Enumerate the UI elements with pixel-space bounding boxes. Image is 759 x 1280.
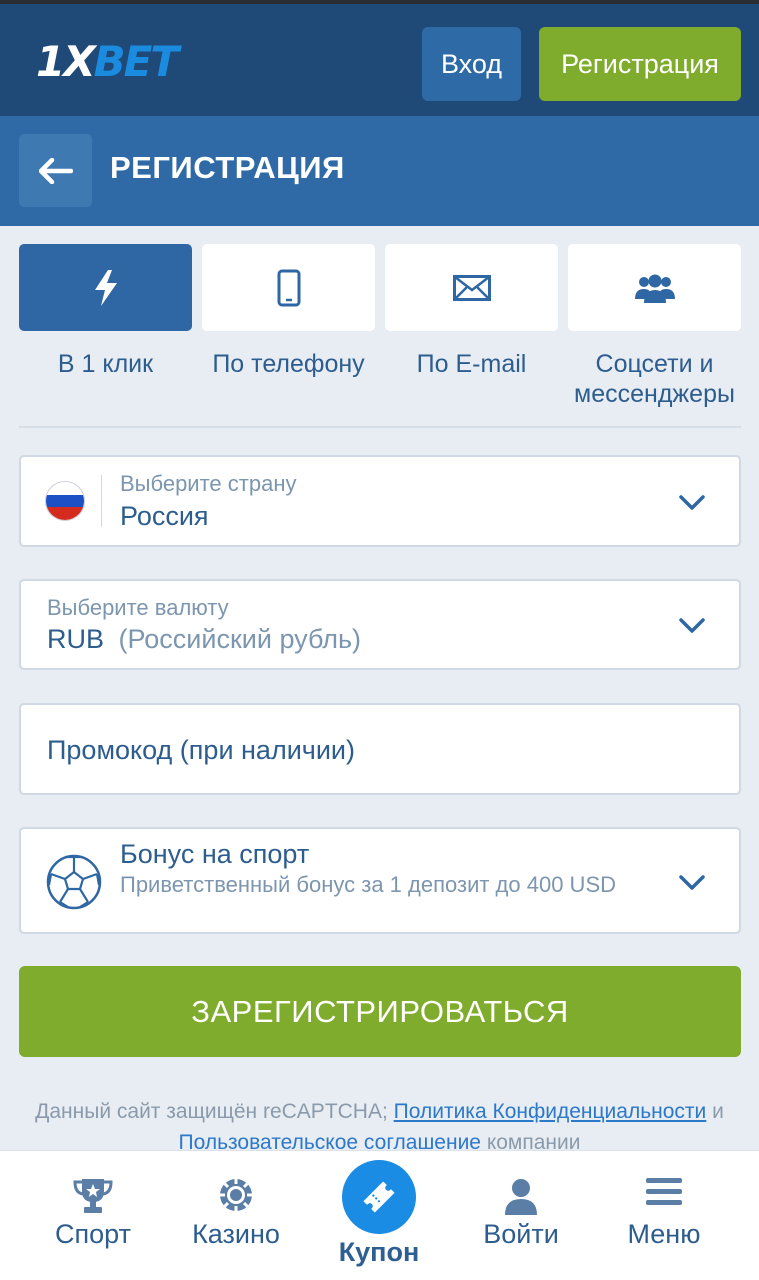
user-icon xyxy=(505,1179,537,1215)
trophy-icon xyxy=(73,1179,113,1213)
tab-phone[interactable]: По телефону xyxy=(202,244,375,379)
tab-label: В 1 клик xyxy=(57,350,154,378)
arrow-left-icon xyxy=(38,157,73,184)
soccer-ball-icon xyxy=(46,854,102,910)
country-label: Выберите страну xyxy=(120,471,297,496)
russia-flag-icon xyxy=(45,481,85,521)
page-title: РЕГИСТРАЦИЯ xyxy=(110,150,345,185)
nav-label: Спорт xyxy=(55,1219,131,1249)
envelope-icon xyxy=(452,274,491,301)
bonus-title: Бонус на спорт xyxy=(120,839,310,869)
currency-label: Выберите валюту xyxy=(47,595,229,620)
tab-one-click[interactable]: В 1 клик xyxy=(19,244,192,379)
promo-placeholder: Промокод (при наличии) xyxy=(47,735,356,765)
divider xyxy=(19,426,741,428)
nav-menu[interactable]: Меню xyxy=(589,1151,739,1280)
nav-sport[interactable]: Спорт xyxy=(18,1151,168,1280)
nav-label: Купон xyxy=(338,1237,420,1267)
nav-casino[interactable]: Казино xyxy=(161,1151,311,1280)
currency-select[interactable]: Выберите валюту RUB (Российский рубль) xyxy=(19,579,741,670)
currency-code: RUB xyxy=(47,624,105,654)
people-icon xyxy=(634,274,675,303)
country-value: Россия xyxy=(120,501,209,531)
recaptcha-notice: Данный сайт защищён reCAPTCHA; Политика … xyxy=(35,1100,724,1154)
chevron-down-icon xyxy=(679,875,705,890)
tab-label: По телефону xyxy=(212,350,365,378)
lightning-icon xyxy=(94,269,117,306)
title-bar: РЕГИСТРАЦИЯ xyxy=(0,116,759,226)
tab-label: По E-mail xyxy=(416,350,527,378)
bonus-description: Приветственный бонус за 1 депозит до 400… xyxy=(120,872,616,897)
submit-registration-button[interactable]: ЗАРЕГИСТРИРОВАТЬСЯ xyxy=(19,966,741,1057)
nav-label: Казино xyxy=(192,1219,280,1249)
bonus-select[interactable]: Бонус на спорт Приветственный бонус за 1… xyxy=(19,827,741,934)
back-button[interactable] xyxy=(19,134,92,207)
registration-tabs: В 1 клик По телефону По E-mail Соцсети и… xyxy=(19,244,741,414)
nav-label: Меню xyxy=(627,1219,701,1249)
logo[interactable]: 1XBET xyxy=(36,40,179,84)
top-header: 1XBET Вход Регистрация xyxy=(0,0,759,116)
privacy-policy-link[interactable]: Политика Конфиденциальности xyxy=(394,1100,707,1123)
tab-label: Соцсети и мессенджеры xyxy=(574,350,735,408)
nav-label: Войти xyxy=(483,1219,559,1249)
chevron-down-icon xyxy=(679,618,705,633)
tab-email[interactable]: По E-mail xyxy=(385,244,558,379)
country-select[interactable]: Выберите страну Россия xyxy=(19,455,741,547)
promo-code-input[interactable]: Промокод (при наличии) xyxy=(19,703,741,795)
nav-login[interactable]: Войти xyxy=(446,1151,596,1280)
chevron-down-icon xyxy=(679,495,705,510)
login-button[interactable]: Вход xyxy=(422,27,521,101)
phone-icon xyxy=(277,269,300,306)
coupon-button[interactable] xyxy=(342,1160,416,1234)
currency-name: (Российский рубль) xyxy=(118,624,362,654)
register-button[interactable]: Регистрация xyxy=(539,27,741,101)
ticket-icon xyxy=(363,1181,395,1213)
casino-chip-icon xyxy=(220,1179,252,1211)
tab-social[interactable]: Соцсети и мессенджеры xyxy=(568,244,741,409)
menu-icon xyxy=(646,1178,682,1205)
